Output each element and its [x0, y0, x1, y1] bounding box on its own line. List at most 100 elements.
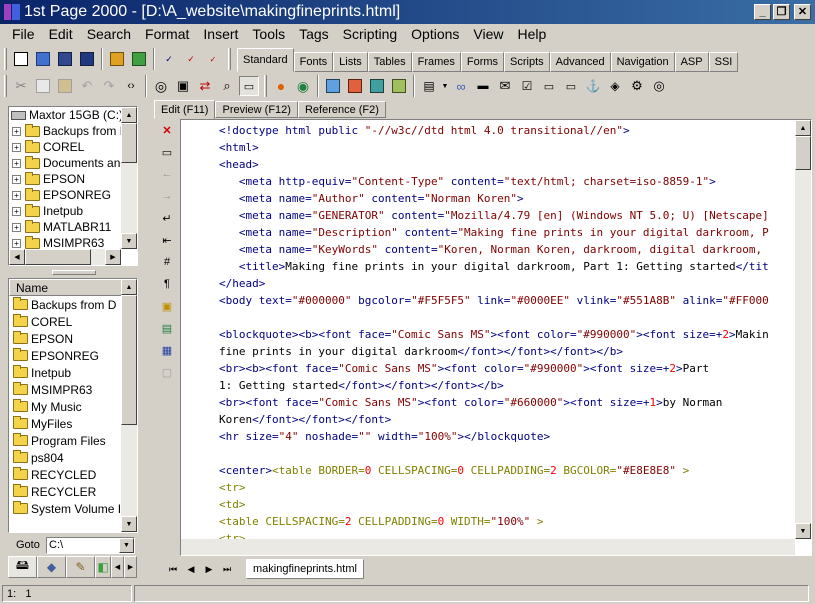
scroll-thumb[interactable]	[795, 136, 811, 170]
save-icon[interactable]	[55, 49, 75, 69]
hr-icon[interactable]: ▭	[561, 76, 581, 96]
spell-check-2-icon[interactable]: ✓	[181, 49, 201, 69]
code-line[interactable]: <body text="#000000" bgcolor="#F5F5F5" l…	[181, 292, 796, 309]
toolbar-grip[interactable]	[264, 75, 267, 97]
forward-icon[interactable]: →	[156, 185, 178, 207]
frame-icon[interactable]: ▣	[173, 76, 193, 96]
toolbar-grip[interactable]	[228, 48, 231, 70]
list-item[interactable]: Inetpub	[9, 364, 137, 381]
menu-help[interactable]: Help	[510, 26, 553, 42]
scroll-up-icon[interactable]: ▲	[121, 107, 137, 123]
component-icon[interactable]: ◎	[649, 76, 669, 96]
open-icon[interactable]	[33, 49, 53, 69]
tree-item[interactable]: + COREL	[9, 139, 137, 155]
list-item[interactable]: My Music	[9, 398, 137, 415]
new-file-icon[interactable]	[11, 49, 31, 69]
code-line[interactable]: <title>Making fine prints in your digita…	[181, 258, 796, 275]
restore-button[interactable]: ❐	[773, 4, 790, 20]
list-item[interactable]: MyFiles	[9, 415, 137, 432]
expand-icon[interactable]: +	[12, 238, 21, 248]
first-document-icon[interactable]: ⏮	[164, 560, 182, 578]
code-line[interactable]: <head>	[181, 156, 796, 173]
editor-vertical-scrollbar[interactable]: ▲ ▼	[795, 120, 811, 539]
hash-icon[interactable]: #	[156, 251, 178, 273]
expand-icon[interactable]: +	[12, 206, 21, 216]
code-line[interactable]	[181, 445, 796, 462]
spell-check-icon[interactable]: ✓	[159, 49, 179, 69]
settings-icon[interactable]: ⚙	[627, 76, 647, 96]
menu-insert[interactable]: Insert	[196, 26, 245, 42]
editor-horizontal-scrollbar[interactable]	[181, 539, 795, 555]
undo-icon[interactable]: ↶	[77, 76, 97, 96]
picture-icon[interactable]	[389, 76, 409, 96]
scroll-down-icon[interactable]: ▼	[121, 233, 137, 249]
mail-icon[interactable]: ✉	[495, 76, 515, 96]
tab-preview[interactable]: Preview (F12)	[215, 101, 298, 118]
document-tab[interactable]: makingfineprints.html	[246, 559, 364, 579]
close-button[interactable]: ✕	[794, 4, 811, 20]
code-line[interactable]: <meta name="Author" content="Norman Kore…	[181, 190, 796, 207]
tab-edit[interactable]: Edit (F11)	[154, 100, 216, 119]
code-line[interactable]: fine prints in your digital darkroom</fo…	[181, 343, 796, 360]
code-line[interactable]: <hr size="4" noshade="" width="100%"></b…	[181, 428, 796, 445]
expand-icon[interactable]: +	[12, 126, 21, 136]
expand-icon[interactable]: +	[12, 158, 21, 168]
tree-item[interactable]: + MATLABR11	[9, 219, 137, 235]
preview-icon[interactable]	[107, 49, 127, 69]
code-line[interactable]: 1: Getting started</font></font></font><…	[181, 377, 796, 394]
tree-item[interactable]: + Backups from D	[9, 123, 137, 139]
list-item[interactable]: Backups from D	[9, 296, 137, 313]
tree-item[interactable]: + EPSON	[9, 171, 137, 187]
checkbox-icon[interactable]: ☑	[517, 76, 537, 96]
target-icon[interactable]: ◎	[151, 76, 171, 96]
select-icon[interactable]: ▦	[156, 339, 178, 361]
redo-icon[interactable]: ↷	[99, 76, 119, 96]
code-line[interactable]: <meta name="GENERATOR" content="Mozilla/…	[181, 207, 796, 224]
dropdown-arrow-icon[interactable]: ▼	[441, 76, 449, 96]
list-item[interactable]: EPSONREG	[9, 347, 137, 364]
expand-icon[interactable]: +	[12, 190, 21, 200]
button-icon[interactable]: ▭	[539, 76, 559, 96]
expand-icon[interactable]: +	[12, 174, 21, 184]
back-icon[interactable]: ←	[156, 163, 178, 185]
input-icon[interactable]: ▬	[473, 76, 493, 96]
block-icon[interactable]: ▢	[156, 361, 178, 383]
splitter-grip[interactable]	[52, 270, 96, 275]
stop-icon[interactable]: ●	[271, 76, 291, 96]
app-icon[interactable]	[4, 4, 20, 20]
publish-icon[interactable]	[129, 49, 149, 69]
next-document-icon[interactable]: ▶	[200, 560, 218, 578]
scroll-up-icon[interactable]: ▲	[795, 120, 811, 136]
zoom-icon[interactable]: ⌕	[217, 76, 237, 96]
spell-abc-icon[interactable]: ✓	[203, 49, 223, 69]
menu-options[interactable]: Options	[404, 26, 466, 42]
code-line[interactable]: <blockquote><b><font face="Comic Sans MS…	[181, 326, 796, 343]
return-icon[interactable]: ↵	[156, 207, 178, 229]
tab-navigation[interactable]: Navigation	[610, 52, 675, 72]
scroll-up-icon[interactable]: ▲	[121, 279, 137, 295]
goto-combo[interactable]: C:\ ▼	[46, 536, 135, 554]
scroll-thumb[interactable]	[121, 123, 137, 163]
close-document-icon[interactable]: ✕	[156, 119, 178, 141]
tab-reference[interactable]: Reference (F2)	[297, 101, 386, 118]
tree-vertical-scrollbar[interactable]: ▲ ▼	[121, 107, 137, 249]
tree-item[interactable]: + Inetpub	[9, 203, 137, 219]
code-line[interactable]: <center><table BORDER=0 CELLSPACING=0 CE…	[181, 462, 796, 479]
toolbar-grip[interactable]	[4, 48, 7, 70]
tab-fonts[interactable]: Fonts	[293, 52, 334, 72]
menu-tags[interactable]: Tags	[292, 26, 336, 42]
goto-line-icon[interactable]: ▤	[156, 317, 178, 339]
code-line[interactable]: <meta name="KeyWords" content="Koren, No…	[181, 241, 796, 258]
drive-header[interactable]: Maxtor 15GB (C:)	[9, 107, 137, 123]
code-line[interactable]: <meta name="Description" content="Making…	[181, 224, 796, 241]
code-line[interactable]: <tr>	[181, 479, 796, 496]
code-line[interactable]: <td>	[181, 496, 796, 513]
indent-icon[interactable]: ⇤	[156, 229, 178, 251]
paste-icon[interactable]	[55, 76, 75, 96]
list-item[interactable]: Program Files	[9, 432, 137, 449]
code-line[interactable]: <!doctype html public "-//w3c//dtd html …	[181, 122, 796, 139]
link-icon[interactable]: ∞	[451, 76, 471, 96]
tab-project[interactable]: ◆	[37, 556, 66, 578]
scroll-left-icon[interactable]: ◀	[9, 249, 25, 265]
bookmark-icon[interactable]: ▣	[156, 295, 178, 317]
